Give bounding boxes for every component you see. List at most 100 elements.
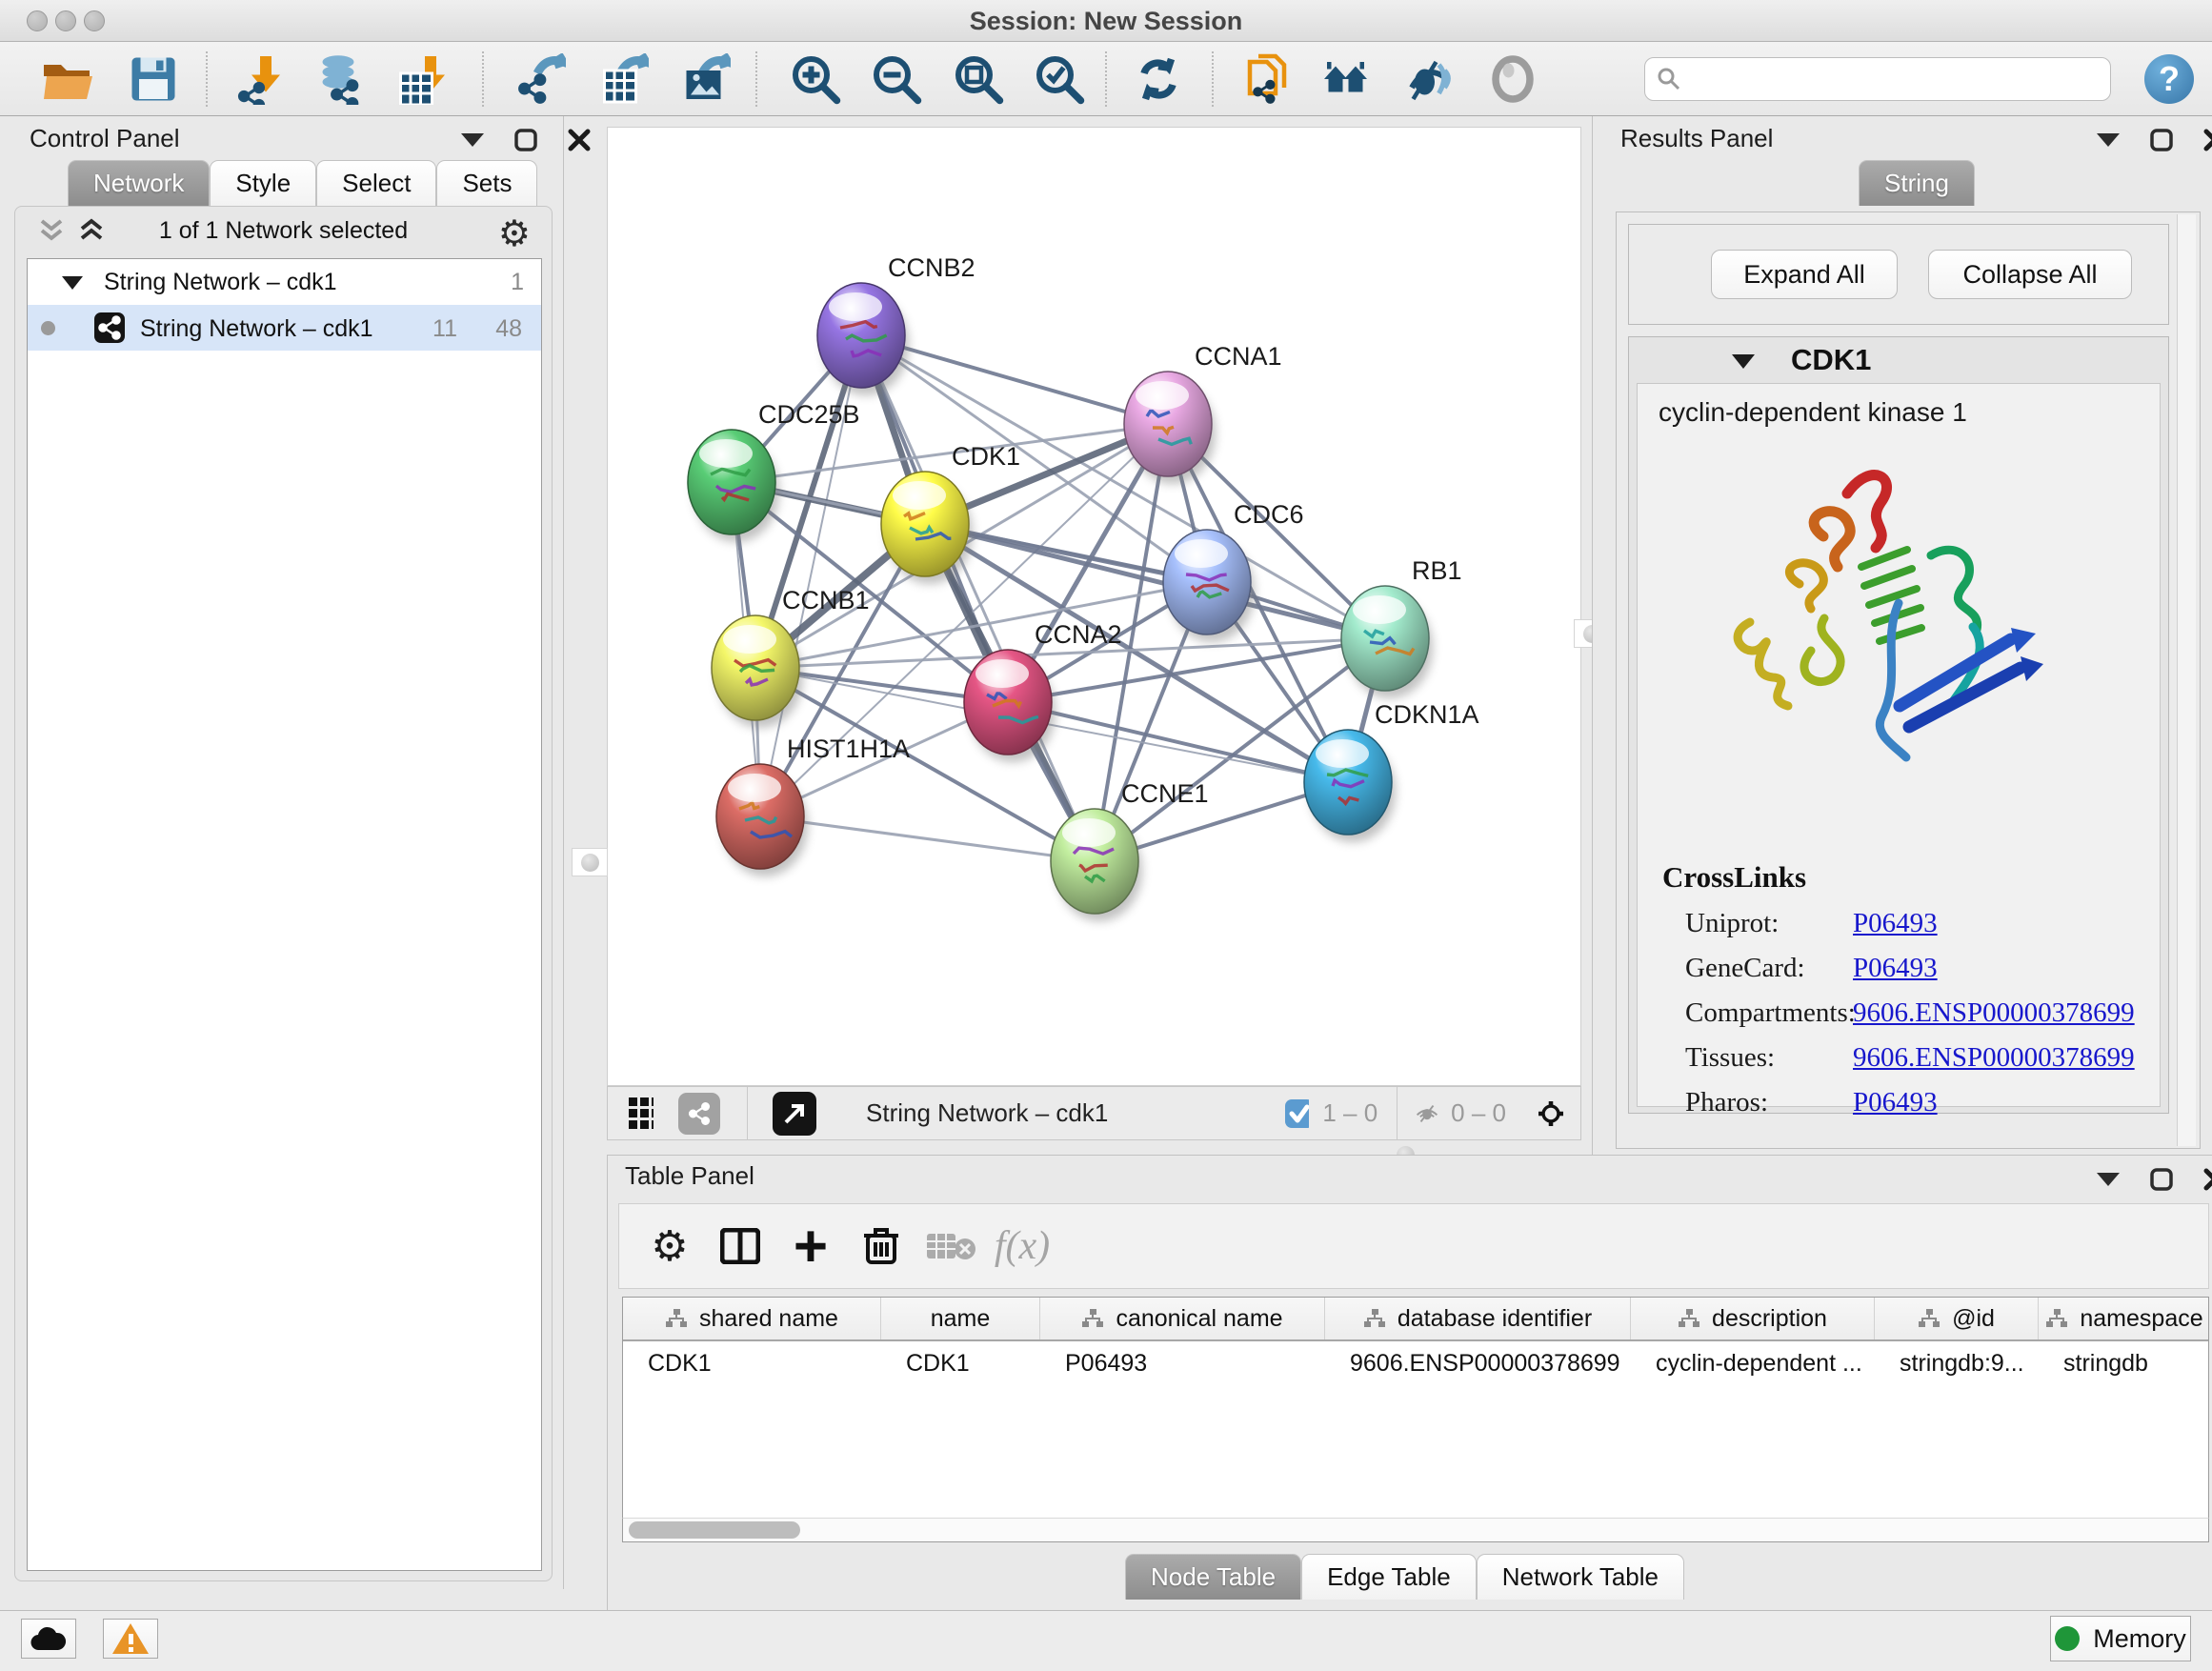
- help-icon: ?: [2144, 54, 2194, 104]
- show-columns-icon[interactable]: [705, 1211, 775, 1281]
- import-network-database-icon[interactable]: [312, 50, 370, 108]
- node-CCNA1[interactable]: CCNA1: [1124, 342, 1282, 484]
- copy-documents-icon[interactable]: [1238, 50, 1296, 108]
- crosslink-link[interactable]: P06493: [1853, 1087, 1938, 1118]
- table-horizontal-scrollbar[interactable]: [622, 1518, 2209, 1542]
- column-type-icon: [2045, 1308, 2068, 1329]
- crosslink-link[interactable]: 9606.ENSP00000378699: [1853, 1042, 2135, 1074]
- node-CCNB2[interactable]: CCNB2: [817, 253, 975, 395]
- hide-panel-icon[interactable]: [1398, 50, 1455, 108]
- function-builder-icon: f(x): [987, 1211, 1057, 1281]
- node-HIST1H1A[interactable]: HIST1H1A: [716, 735, 910, 876]
- crosslink-label: GeneCard:: [1662, 953, 1853, 984]
- tab-style[interactable]: Style: [210, 160, 316, 206]
- zoom-in-icon[interactable]: [787, 50, 844, 108]
- table-row[interactable]: CDK1CDK1P064939606.ENSP00000378699cyclin…: [623, 1341, 2208, 1385]
- zoom-out-icon[interactable]: [868, 50, 925, 108]
- add-column-icon[interactable]: +: [775, 1211, 846, 1281]
- tab-sets[interactable]: Sets: [436, 160, 537, 206]
- tab-select[interactable]: Select: [316, 160, 436, 206]
- column-header-database-identifier[interactable]: database identifier: [1325, 1298, 1631, 1339]
- tab-string[interactable]: String: [1859, 160, 1975, 206]
- column-header--id[interactable]: @id: [1875, 1298, 2039, 1339]
- column-header-namespace[interactable]: namespace: [2039, 1298, 2209, 1339]
- edge-CCNB2-CCNE1[interactable]: [861, 335, 1095, 861]
- selected-checkbox-icon[interactable]: [1284, 1101, 1309, 1126]
- column-header-name[interactable]: name: [881, 1298, 1040, 1339]
- crosslink-label: Pharos:: [1662, 1087, 1853, 1118]
- crosslink-label: Compartments:: [1662, 997, 1853, 1029]
- crosslink-link[interactable]: P06493: [1853, 908, 1938, 939]
- crosshair-icon[interactable]: [1538, 1101, 1563, 1126]
- delete-column-icon[interactable]: [846, 1211, 916, 1281]
- export-table-icon[interactable]: [594, 50, 652, 108]
- help-button[interactable]: ?: [2141, 50, 2198, 108]
- network-canvas[interactable]: CCNB2CCNA1CDC25BCDK1CDC6RB1CCNB1CCNA2CDK…: [607, 127, 1581, 1086]
- network-view-title: String Network – cdk1: [866, 1098, 1108, 1128]
- close-panel-icon[interactable]: [567, 128, 592, 152]
- table-cell: CDK1: [623, 1341, 881, 1385]
- detach-view-icon[interactable]: [773, 1092, 816, 1136]
- collapse-all-button[interactable]: Collapse All: [1928, 250, 2132, 299]
- left-splitter-handle[interactable]: [572, 848, 608, 876]
- panel-menu-icon[interactable]: [2096, 1167, 2121, 1192]
- zoom-fit-icon[interactable]: [950, 50, 1007, 108]
- import-table-icon[interactable]: [393, 50, 451, 108]
- node-CDC25B[interactable]: CDC25B: [688, 400, 860, 542]
- show-panel-icon[interactable]: [1484, 50, 1541, 108]
- gene-section-header[interactable]: CDK1: [1629, 337, 2168, 383]
- edge-HIST1H1A-CCNE1[interactable]: [760, 816, 1095, 861]
- open-session-icon[interactable]: [38, 50, 95, 108]
- table-options-gear-icon[interactable]: ⚙: [634, 1211, 705, 1281]
- network-view-toolbar: String Network – cdk1 1 – 0 0 – 0: [607, 1086, 1581, 1140]
- crosslink-link[interactable]: 9606.ENSP00000378699: [1853, 997, 2135, 1029]
- tab-node-table[interactable]: Node Table: [1125, 1554, 1301, 1600]
- float-panel-icon[interactable]: [2149, 1167, 2174, 1192]
- search-input[interactable]: [1691, 66, 2099, 93]
- float-panel-icon[interactable]: [2149, 128, 2174, 152]
- network-collection-row[interactable]: String Network – cdk1 1: [28, 259, 541, 305]
- column-header-canonical-name[interactable]: canonical name: [1040, 1298, 1325, 1339]
- crosslink-link[interactable]: P06493: [1853, 953, 1938, 984]
- close-panel-icon[interactable]: [2202, 128, 2212, 152]
- close-panel-icon[interactable]: [2202, 1167, 2212, 1192]
- share-view-icon[interactable]: [678, 1093, 720, 1135]
- node-CCNA2[interactable]: CCNA2: [964, 620, 1122, 762]
- home-view-icon[interactable]: [1318, 50, 1376, 108]
- float-panel-icon[interactable]: [513, 128, 538, 152]
- tab-edge-table[interactable]: Edge Table: [1301, 1554, 1477, 1600]
- scrollbar-thumb[interactable]: [629, 1521, 800, 1539]
- node-table[interactable]: shared namenamecanonical namedatabase id…: [622, 1297, 2209, 1518]
- edge-CCNA2-CDKN1A[interactable]: [1008, 702, 1348, 782]
- search-box[interactable]: [1644, 57, 2111, 101]
- export-image-icon[interactable]: [676, 50, 734, 108]
- panel-menu-icon[interactable]: [460, 128, 485, 152]
- network-options-gear-icon[interactable]: ⚙: [498, 212, 531, 255]
- node-CCNE1[interactable]: CCNE1: [1051, 779, 1209, 921]
- tab-network-table[interactable]: Network Table: [1477, 1554, 1684, 1600]
- zoom-selected-icon[interactable]: [1031, 50, 1088, 108]
- column-header-description[interactable]: description: [1631, 1298, 1875, 1339]
- expand-collapse-box: Expand All Collapse All: [1628, 224, 2169, 325]
- tab-network[interactable]: Network: [68, 160, 210, 206]
- results-scrollbar[interactable]: [2177, 214, 2196, 1146]
- node-CCNB1[interactable]: CCNB1: [712, 586, 870, 728]
- save-session-icon[interactable]: [125, 50, 182, 108]
- table-cell: CDK1: [881, 1341, 1040, 1385]
- expand-all-button[interactable]: Expand All: [1711, 250, 1898, 299]
- panel-menu-icon[interactable]: [2096, 128, 2121, 152]
- column-header-shared-name[interactable]: shared name: [623, 1298, 881, 1339]
- cloud-status-button[interactable]: [21, 1619, 76, 1659]
- warnings-button[interactable]: [103, 1619, 158, 1659]
- refresh-icon[interactable]: [1130, 50, 1187, 108]
- grid-view-icon[interactable]: [629, 1101, 654, 1126]
- gene-section: CDK1 cyclin-dependent kinase 1 CrossLink…: [1628, 336, 2169, 1114]
- network-row[interactable]: String Network – cdk1 11 48: [28, 305, 541, 351]
- export-network-icon[interactable]: [512, 50, 569, 108]
- node-RB1[interactable]: RB1: [1341, 556, 1462, 698]
- memory-button[interactable]: Memory: [2050, 1616, 2191, 1661]
- import-network-file-icon[interactable]: [229, 50, 286, 108]
- column-type-icon: [1081, 1308, 1104, 1329]
- node-CDKN1A[interactable]: CDKN1A: [1304, 700, 1479, 842]
- table-cell: 9606.ENSP00000378699: [1325, 1341, 1631, 1385]
